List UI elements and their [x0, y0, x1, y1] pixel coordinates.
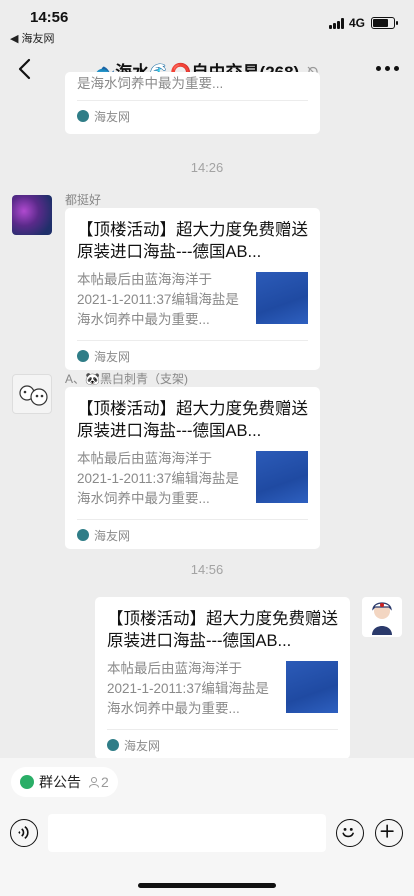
my-avatar[interactable] [362, 597, 402, 637]
status-time: 14:56 [30, 9, 69, 26]
card-source: 海友网 [124, 739, 161, 753]
notice-icon [20, 775, 34, 789]
card-source: 海友网 [94, 529, 131, 543]
sender-name: A、🐼黑白刺青（支架) [65, 372, 188, 386]
voice-icon[interactable] [10, 819, 38, 847]
message-card-self[interactable]: 【顶楼活动】超大力度免费赠送原装进口海盐---德国AB... 本帖最后由蓝海海洋… [95, 597, 350, 759]
network-type: 4G [349, 16, 366, 30]
card-description: 是海水饲养中最为重要... [77, 76, 224, 91]
message-timestamp: 14:26 [190, 160, 224, 175]
card-title: 【顶楼活动】超大力度免费赠送原装进口海盐---德国AB... [107, 610, 338, 650]
card-source: 海友网 [94, 350, 131, 364]
card-footer: 海友网 [107, 729, 338, 759]
card-description: 本帖最后由蓝海海洋于2021-1-2011:37编辑海盐是海水饲养中最为重要..… [107, 661, 269, 716]
message-card[interactable]: 【顶楼活动】超大力度免费赠送原装进口海盐---德国AB... 本帖最后由蓝海海洋… [65, 387, 320, 549]
sender-name: 都挺好 [65, 193, 102, 207]
status-bar: 14:56 ◀ 海友网 4G [0, 0, 414, 45]
card-thumbnail [256, 272, 308, 324]
card-description: 本帖最后由蓝海海洋于2021-1-2011:37编辑海盐是海水饲养中最为重要..… [77, 451, 239, 506]
signal-icon [329, 18, 345, 29]
card-description: 本帖最后由蓝海海洋于2021-1-2011:37编辑海盐是海水饲养中最为重要..… [77, 272, 239, 327]
message-input[interactable] [48, 814, 326, 852]
site-logo-icon [107, 739, 119, 751]
plus-icon[interactable] [375, 819, 403, 847]
site-logo-icon [77, 350, 89, 362]
card-footer: 海友网 [77, 519, 308, 549]
avatar[interactable] [12, 195, 52, 235]
card-thumbnail [256, 451, 308, 503]
card-source: 海友网 [94, 110, 131, 124]
ellipsis-icon[interactable] [376, 66, 400, 72]
battery-icon [371, 17, 398, 29]
group-notice-label: 群公告 [39, 774, 81, 790]
card-thumbnail [286, 661, 338, 713]
person-icon [89, 777, 99, 788]
card-footer: 海友网 [77, 100, 308, 130]
emoji-icon[interactable] [336, 819, 364, 847]
battery-level [373, 19, 388, 27]
home-indicator[interactable] [138, 883, 276, 888]
site-logo-icon [77, 529, 89, 541]
group-notice-chip[interactable]: 群公告 2 [11, 767, 118, 797]
card-footer: 海友网 [77, 340, 308, 370]
card-title: 【顶楼活动】超大力度免费赠送原装进口海盐---德国AB... [77, 221, 308, 261]
member-count-value: 2 [101, 774, 109, 790]
card-title: 【顶楼活动】超大力度免费赠送原装进口海盐---德国AB... [77, 400, 308, 440]
avatar[interactable] [12, 374, 52, 414]
member-count: 2 [88, 774, 109, 790]
message-card[interactable]: 【顶楼活动】超大力度免费赠送原装进口海盐---德国AB... 本帖最后由蓝海海洋… [65, 208, 320, 370]
site-logo-icon [77, 110, 89, 122]
message-card-partial[interactable]: 是海水饲养中最为重要... 海友网 [65, 72, 320, 134]
message-timestamp: 14:56 [190, 562, 224, 577]
chat-input-area: 群公告 2 [0, 758, 414, 896]
